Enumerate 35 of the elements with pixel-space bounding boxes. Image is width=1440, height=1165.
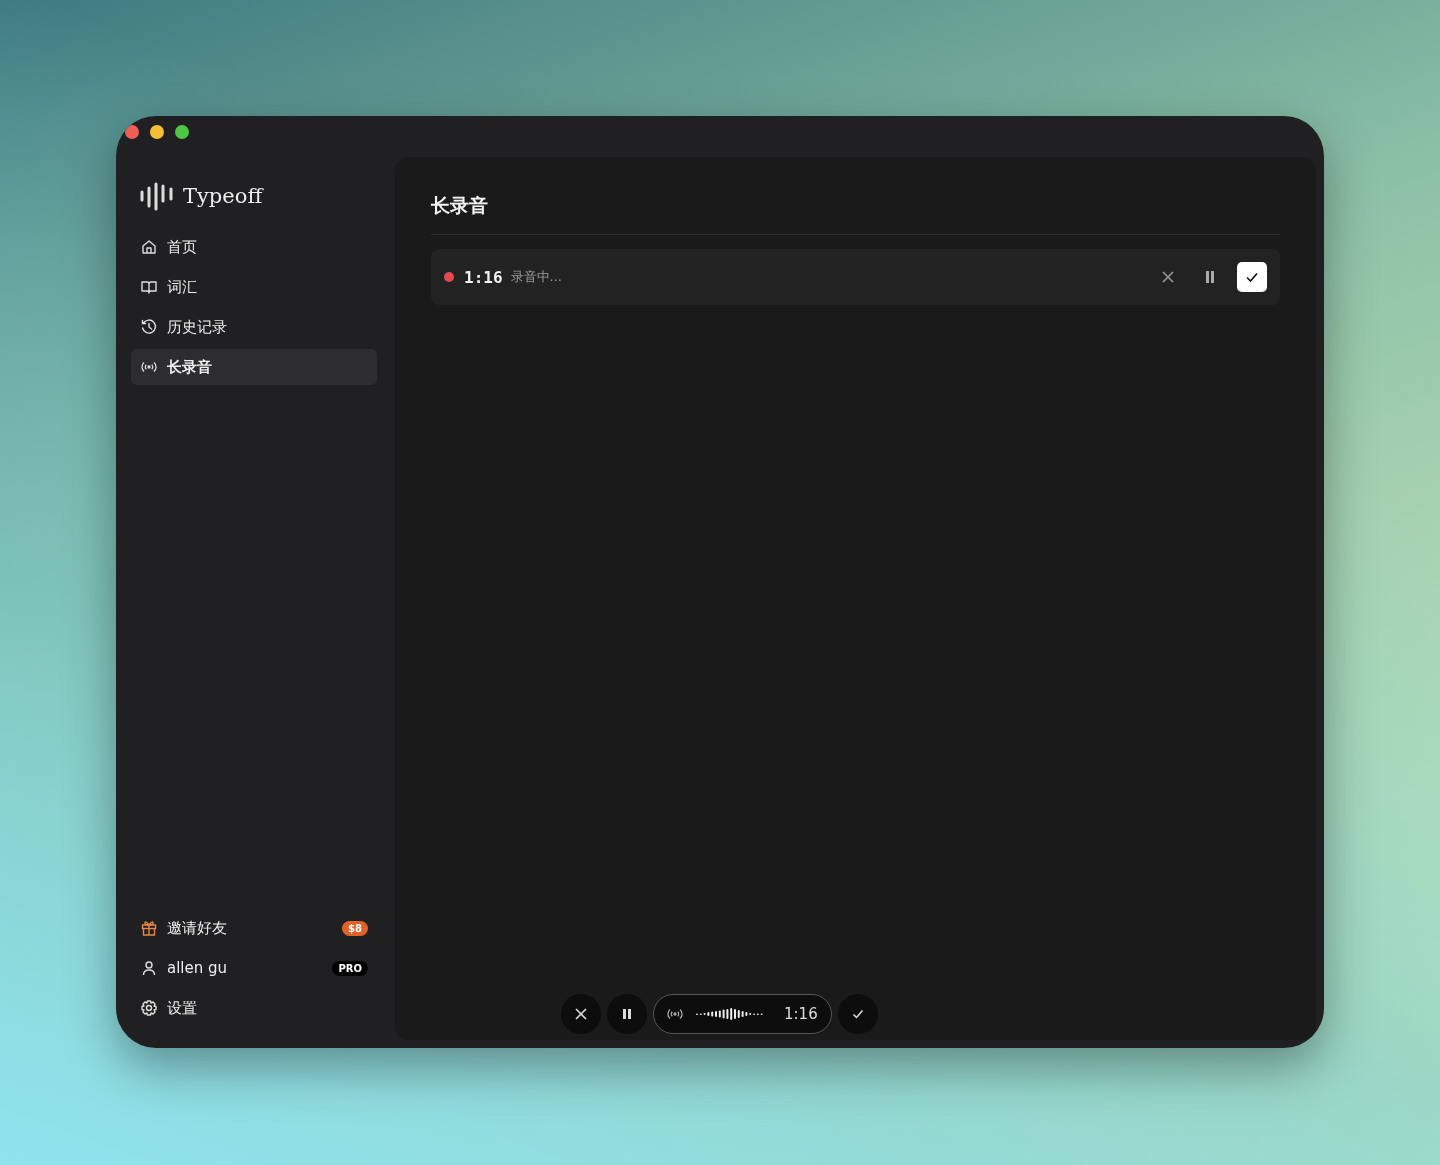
- broadcast-icon: [666, 1007, 684, 1021]
- sidebar-item[interactable]: 长录音: [131, 349, 377, 385]
- book-icon: [140, 278, 158, 296]
- badge: PRO: [332, 960, 368, 976]
- minimize-window-button[interactable]: [150, 125, 164, 139]
- sidebar-item[interactable]: 词汇: [131, 269, 377, 305]
- checkmark-icon: [851, 1008, 864, 1020]
- zoom-window-button[interactable]: [175, 125, 189, 139]
- close-icon: [1161, 270, 1175, 284]
- close-window-button[interactable]: [125, 125, 139, 139]
- recording-indicator-icon: [444, 272, 454, 282]
- gift-icon: [140, 919, 158, 937]
- sidebar-link[interactable]: 邀请好友: [167, 918, 334, 938]
- cancel-button[interactable]: [561, 994, 601, 1034]
- pause-icon: [622, 1008, 632, 1020]
- audio-waveform-drawing: [694, 1007, 764, 1021]
- user-icon: [140, 959, 158, 977]
- page-title: 长录音: [431, 193, 1280, 235]
- sidebar-link[interactable]: allen gu: [167, 959, 324, 977]
- recording-status: 录音中...: [510, 268, 562, 286]
- settings-icon: [140, 999, 158, 1017]
- finish-button[interactable]: [1237, 262, 1267, 292]
- recording-time: 1:16: [784, 1005, 818, 1023]
- sidebar-item[interactable]: 首页: [131, 229, 377, 265]
- close-icon: [575, 1008, 587, 1020]
- recording-time: 1:16: [464, 267, 503, 287]
- pause-button[interactable]: [607, 994, 647, 1034]
- pause-icon: [1204, 270, 1216, 284]
- checkmark-icon: [1245, 270, 1259, 284]
- sidebar-link[interactable]: 设置: [167, 998, 368, 1018]
- home-icon: [140, 238, 158, 256]
- sidebar-item[interactable]: 历史记录: [131, 309, 377, 345]
- badge: $8: [342, 920, 368, 936]
- app-name: Typeoff: [183, 184, 263, 208]
- history-icon: [140, 318, 158, 336]
